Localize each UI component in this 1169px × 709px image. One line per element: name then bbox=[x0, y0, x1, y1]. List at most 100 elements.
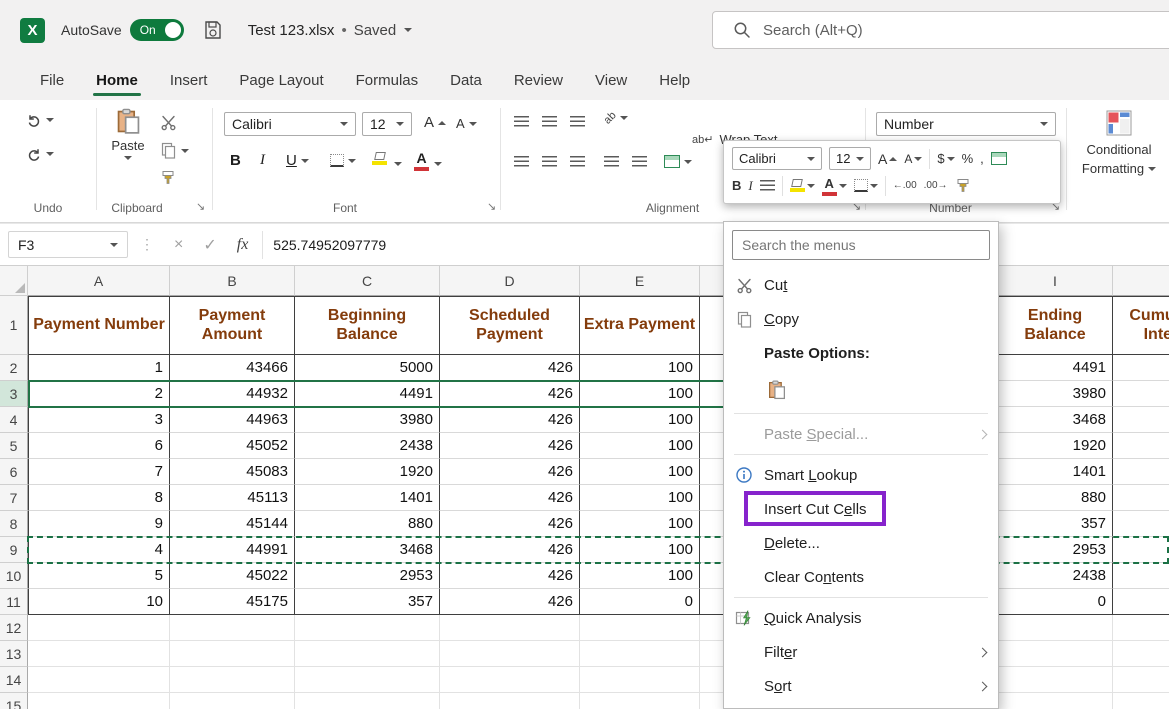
grid-cell[interactable]: 4491 bbox=[295, 381, 440, 407]
grid-cell[interactable] bbox=[440, 641, 580, 667]
column-header[interactable]: I bbox=[998, 266, 1113, 296]
mini-percent-button[interactable]: % bbox=[962, 151, 974, 166]
grid-cell[interactable]: 7 bbox=[28, 459, 170, 485]
row-header[interactable]: 5 bbox=[0, 433, 28, 459]
tab-file[interactable]: File bbox=[24, 60, 80, 100]
cut-button[interactable] bbox=[160, 114, 177, 131]
menu-item-filter[interactable]: Filter bbox=[724, 635, 998, 669]
grid-cell[interactable]: 426 bbox=[440, 407, 580, 433]
grid-cell[interactable]: 2953 bbox=[295, 563, 440, 589]
tab-help[interactable]: Help bbox=[643, 60, 706, 100]
grid-cell[interactable] bbox=[580, 667, 700, 693]
mini-font-size-combobox[interactable]: 12 bbox=[829, 147, 871, 170]
grid-cell[interactable]: 45175 bbox=[170, 589, 295, 615]
align-left-button[interactable] bbox=[514, 156, 529, 167]
tab-data[interactable]: Data bbox=[434, 60, 498, 100]
grid-cell[interactable]: 5 bbox=[28, 563, 170, 589]
grid-cell[interactable]: 426 bbox=[440, 563, 580, 589]
grid-cell[interactable] bbox=[170, 693, 295, 709]
grid-cell[interactable]: 45052 bbox=[170, 433, 295, 459]
search-input[interactable] bbox=[763, 22, 1063, 39]
grid-cell[interactable] bbox=[28, 693, 170, 709]
grid-cell[interactable]: 357 bbox=[295, 589, 440, 615]
chevron-down-icon[interactable] bbox=[404, 28, 412, 32]
font-size-combobox[interactable]: 12 bbox=[362, 112, 412, 136]
grid-cell[interactable]: Scheduled Payment bbox=[440, 296, 580, 355]
paste-button[interactable]: Paste bbox=[104, 108, 152, 160]
tab-page-layout[interactable]: Page Layout bbox=[223, 60, 339, 100]
grid-cell[interactable]: 5000 bbox=[295, 355, 440, 381]
align-top-button[interactable] bbox=[514, 116, 529, 127]
grid-cell[interactable]: Extra Payment bbox=[580, 296, 700, 355]
align-right-button[interactable] bbox=[570, 156, 585, 167]
grid-cell[interactable]: Beginning Balance bbox=[295, 296, 440, 355]
conditional-formatting-button[interactable]: Conditional Formatting bbox=[1078, 108, 1160, 176]
autosave-toggle[interactable]: On bbox=[130, 19, 184, 41]
row-header[interactable]: 7 bbox=[0, 485, 28, 511]
grid-cell[interactable]: 45022 bbox=[170, 563, 295, 589]
select-all-button[interactable] bbox=[0, 266, 28, 296]
grid-cell[interactable]: Payment Amount bbox=[170, 296, 295, 355]
grid-cell[interactable] bbox=[295, 641, 440, 667]
grid-cell[interactable] bbox=[295, 667, 440, 693]
menu-item-copy[interactable]: Copy bbox=[724, 302, 998, 336]
grid-cell[interactable]: 1 bbox=[28, 355, 170, 381]
grid-cell[interactable]: 357 bbox=[998, 511, 1113, 537]
menu-item-cut[interactable]: Cut bbox=[724, 268, 998, 302]
grid-cell[interactable]: 3980 bbox=[998, 381, 1113, 407]
grid-cell[interactable]: 426 bbox=[440, 511, 580, 537]
row-header[interactable]: 11 bbox=[0, 589, 28, 615]
number-format-combobox[interactable]: Number bbox=[876, 112, 1056, 136]
document-title[interactable]: Test 123.xlsx bbox=[248, 22, 335, 39]
row-header[interactable]: 14 bbox=[0, 667, 28, 693]
grid-cell[interactable]: 426 bbox=[440, 537, 580, 563]
grid-cell[interactable]: Ending Balance bbox=[998, 296, 1113, 355]
menu-item-smart-lookup[interactable]: Smart Lookup bbox=[724, 458, 998, 492]
grid-cell[interactable]: 3468 bbox=[295, 537, 440, 563]
grid-cell[interactable]: 100 bbox=[580, 355, 700, 381]
name-box[interactable]: F3 bbox=[8, 231, 128, 258]
menu-item-clear-contents[interactable]: Clear Contents bbox=[724, 560, 998, 594]
column-header[interactable]: C bbox=[295, 266, 440, 296]
grid-cell[interactable]: 100 bbox=[580, 485, 700, 511]
save-status[interactable]: Saved bbox=[354, 22, 397, 39]
row-header[interactable]: 8 bbox=[0, 511, 28, 537]
grid-cell[interactable]: 880 bbox=[295, 511, 440, 537]
column-header[interactable]: B bbox=[170, 266, 295, 296]
grid-cell[interactable] bbox=[28, 615, 170, 641]
orientation-button[interactable]: ab bbox=[604, 112, 628, 124]
grid-cell[interactable]: 426 bbox=[440, 355, 580, 381]
name-box-resize-handle[interactable]: ⋮ bbox=[140, 236, 154, 253]
grid-cell[interactable] bbox=[1113, 667, 1169, 693]
menu-item-insert-cut-cells[interactable]: Insert Cut Cells bbox=[724, 492, 998, 526]
grid-cell[interactable] bbox=[1113, 589, 1169, 615]
tab-view[interactable]: View bbox=[579, 60, 643, 100]
redo-button[interactable] bbox=[26, 146, 54, 162]
borders-button[interactable] bbox=[330, 154, 356, 167]
undo-button[interactable] bbox=[26, 112, 54, 128]
grid-cell[interactable] bbox=[1113, 355, 1169, 381]
grid-cell[interactable]: 100 bbox=[580, 563, 700, 589]
grid-cell[interactable]: 2438 bbox=[295, 433, 440, 459]
enter-icon[interactable]: ✓ bbox=[203, 235, 216, 255]
grid-cell[interactable]: 2 bbox=[28, 381, 170, 407]
mini-comma-style-button[interactable]: , bbox=[980, 151, 984, 166]
dialog-launcher-icon[interactable]: ↘ bbox=[196, 200, 205, 213]
bold-button[interactable]: B bbox=[230, 152, 241, 169]
grid-cell[interactable] bbox=[28, 667, 170, 693]
increase-indent-button[interactable] bbox=[632, 156, 647, 167]
grid-cell[interactable] bbox=[295, 693, 440, 709]
mini-increase-font-button[interactable]: A bbox=[878, 151, 897, 167]
copy-button[interactable] bbox=[160, 142, 189, 159]
grid-cell[interactable]: Payment Number bbox=[28, 296, 170, 355]
column-header[interactable]: D bbox=[440, 266, 580, 296]
merge-center-button[interactable] bbox=[664, 155, 692, 168]
mini-decrease-font-button[interactable]: A bbox=[904, 152, 922, 166]
grid-cell[interactable]: 100 bbox=[580, 433, 700, 459]
align-middle-button[interactable] bbox=[542, 116, 557, 127]
grid-cell[interactable]: 100 bbox=[580, 459, 700, 485]
grid-cell[interactable] bbox=[1113, 485, 1169, 511]
grid-cell[interactable]: 100 bbox=[580, 407, 700, 433]
context-menu-search-input[interactable] bbox=[732, 230, 990, 260]
row-header[interactable]: 9 bbox=[0, 537, 28, 563]
